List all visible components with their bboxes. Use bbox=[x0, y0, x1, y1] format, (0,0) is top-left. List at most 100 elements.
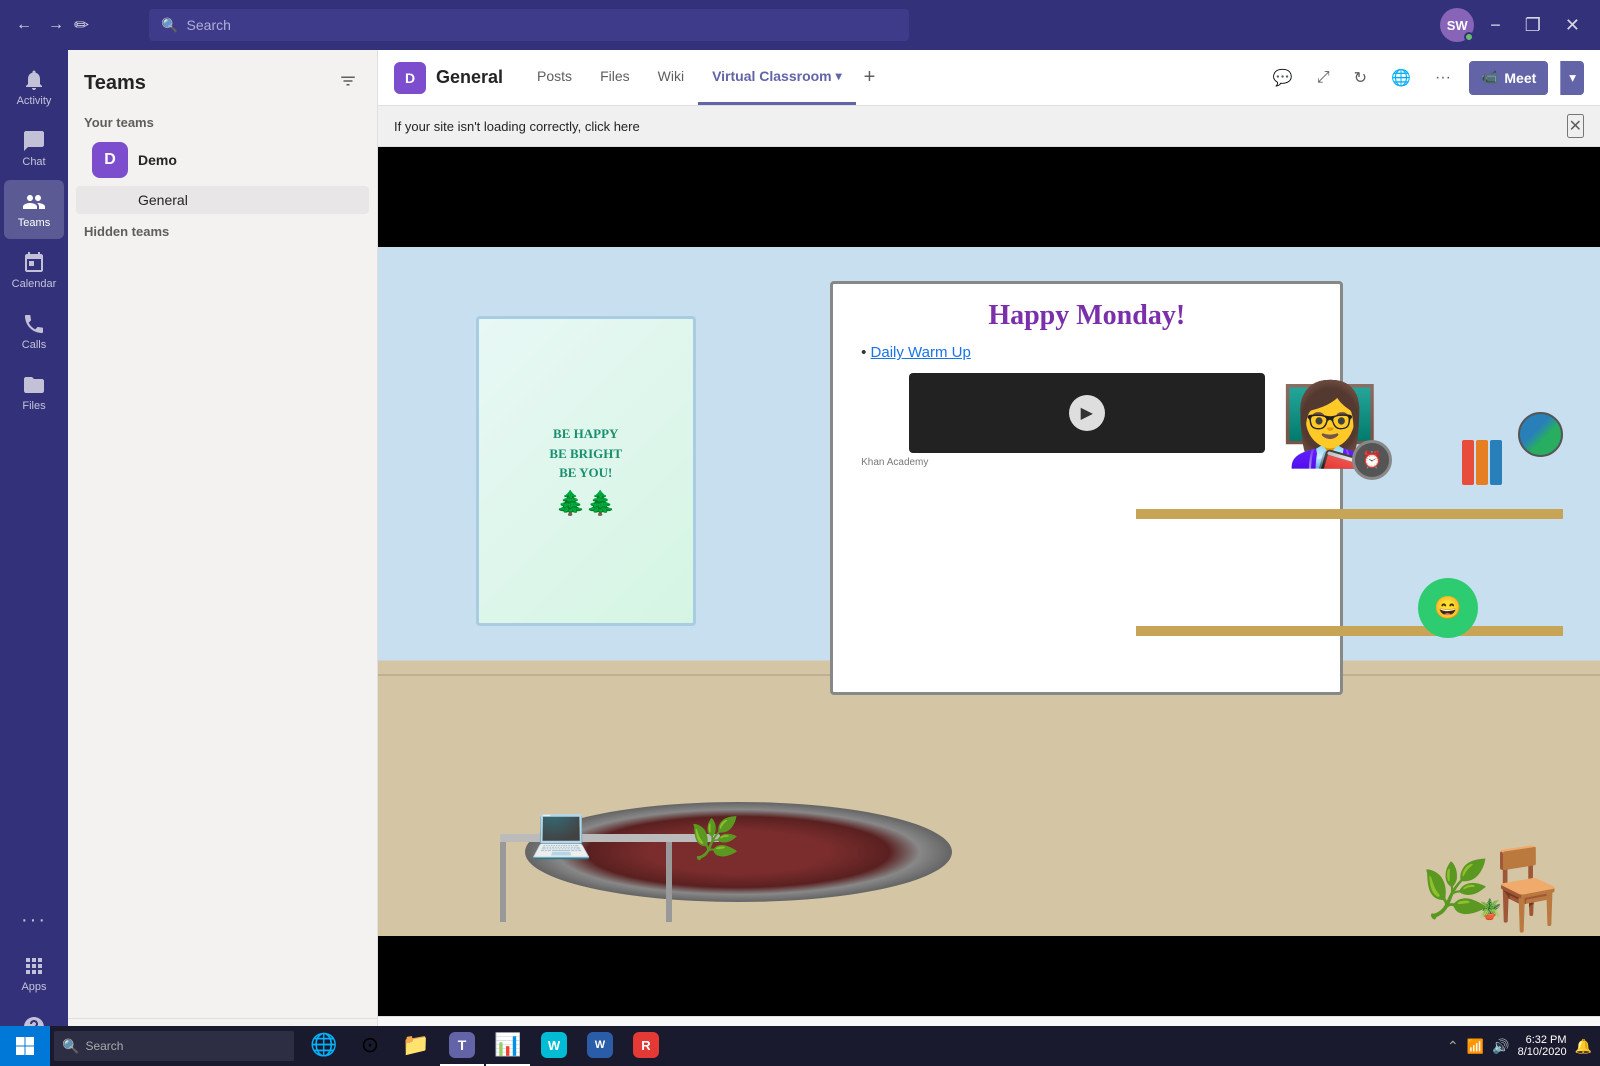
channel-name-header: General bbox=[436, 67, 503, 88]
sidebar-item-chat[interactable]: Chat bbox=[4, 119, 64, 178]
chair-icon: 🪑 bbox=[1476, 842, 1576, 936]
phone-icon bbox=[22, 312, 46, 336]
poster-line2: BE BRIGHT bbox=[549, 444, 622, 464]
taskbar-up-arrow-icon[interactable]: ⌃ bbox=[1447, 1038, 1459, 1055]
taskbar-chrome-button[interactable]: ⊙ bbox=[348, 1026, 392, 1066]
red-app-taskbar-icon: R bbox=[633, 1032, 659, 1058]
poster-line1: BE HAPPY bbox=[549, 424, 622, 444]
forward-button[interactable]: → bbox=[42, 11, 70, 39]
taskbar-teams-button[interactable]: T bbox=[440, 1026, 484, 1066]
tab-files[interactable]: Files bbox=[586, 50, 644, 105]
meet-video-icon: 📹 bbox=[1481, 69, 1498, 86]
taskbar-time-display[interactable]: 6:32 PM 8/10/2020 bbox=[1518, 1034, 1567, 1058]
tab-wiki-label: Wiki bbox=[658, 68, 684, 84]
apps-icon bbox=[22, 954, 46, 978]
leg-right bbox=[666, 842, 672, 922]
laptop-icon: 💻 bbox=[530, 803, 592, 862]
tab-virtual-classroom-label: Virtual Classroom bbox=[712, 68, 832, 84]
taskbar: 🔍 Search 🌐 ⊙ 📁 T 📊 W bbox=[0, 1026, 1600, 1066]
filter-button[interactable] bbox=[335, 68, 361, 99]
team-avatar-demo: D bbox=[92, 142, 128, 178]
close-button[interactable]: ✕ bbox=[1557, 11, 1588, 40]
sidebar-item-apps[interactable]: Apps bbox=[4, 944, 64, 1003]
channel-header: D General Posts Files Wiki Virtual Class… bbox=[378, 50, 1600, 106]
tab-virtual-classroom[interactable]: Virtual Classroom ▾ bbox=[698, 50, 856, 105]
taskbar-notification-icon[interactable]: 🔔 bbox=[1575, 1038, 1592, 1055]
info-banner-close-button[interactable]: ✕ bbox=[1567, 114, 1584, 138]
info-banner-text: If your site isn't loading correctly, cl… bbox=[394, 119, 640, 134]
taskbar-network-icon[interactable]: 📶 bbox=[1467, 1038, 1484, 1055]
meet-label: Meet bbox=[1504, 70, 1536, 86]
clock-decoration: ⏰ bbox=[1352, 440, 1392, 480]
expand-action-button[interactable]: ⤢ bbox=[1311, 63, 1336, 93]
taskbar-search-icon: 🔍 bbox=[62, 1038, 79, 1055]
sidebar-item-calls[interactable]: Calls bbox=[4, 302, 64, 361]
compose-icon[interactable]: ✏ bbox=[74, 15, 89, 36]
sidebar-label-teams: Teams bbox=[18, 217, 50, 229]
hidden-teams-label: Hidden teams bbox=[68, 214, 377, 249]
taskbar-powerpoint-button[interactable]: 📊 bbox=[486, 1026, 530, 1066]
sidebar-item-more[interactable]: ··· bbox=[4, 899, 64, 942]
channel-header-actions: 💬 ⤢ ↻ 🌐 ··· 📹 Meet ▾ bbox=[1267, 61, 1584, 95]
poster-text: BE HAPPY BE BRIGHT BE YOU! bbox=[549, 424, 622, 483]
taskbar-red-app-button[interactable]: R bbox=[624, 1026, 668, 1066]
add-tab-button[interactable]: + bbox=[856, 66, 884, 89]
taskbar-edge-button[interactable]: 🌐 bbox=[302, 1026, 346, 1066]
tab-posts[interactable]: Posts bbox=[523, 50, 586, 105]
meet-button[interactable]: 📹 Meet bbox=[1469, 61, 1548, 95]
start-button[interactable] bbox=[0, 1026, 50, 1066]
search-input[interactable] bbox=[187, 17, 898, 33]
refresh-action-button[interactable]: ↻ bbox=[1348, 62, 1373, 94]
team-name-demo: Demo bbox=[138, 152, 335, 168]
titlebar-right: SW − ❐ ✕ bbox=[1440, 8, 1600, 42]
taskbar-apps: 🌐 ⊙ 📁 T 📊 W W bbox=[302, 1026, 668, 1066]
explorer-icon: 📁 bbox=[402, 1032, 429, 1058]
taskbar-search-placeholder: Search bbox=[85, 1039, 123, 1053]
video-thumbnail[interactable]: ▶ bbox=[909, 373, 1265, 453]
sidebar-item-activity[interactable]: Activity bbox=[4, 58, 64, 117]
sidebar-item-calendar[interactable]: Calendar bbox=[4, 241, 64, 300]
search-bar[interactable]: 🔍 bbox=[149, 9, 909, 41]
main-content: D General Posts Files Wiki Virtual Class… bbox=[378, 50, 1600, 1066]
green-sticker: 😄 bbox=[1418, 578, 1478, 638]
filter-icon bbox=[339, 72, 357, 90]
navigation-buttons: ← → bbox=[10, 11, 70, 39]
sidebar-label-activity: Activity bbox=[17, 95, 52, 107]
team-item-demo[interactable]: D Demo ··· bbox=[76, 134, 369, 186]
minimize-button[interactable]: − bbox=[1482, 11, 1509, 40]
channel-item-general[interactable]: General bbox=[76, 186, 369, 214]
taskbar-search-bar[interactable]: 🔍 Search bbox=[54, 1031, 294, 1061]
poster-line3: BE YOU! bbox=[549, 463, 622, 483]
sidebar-item-teams[interactable]: Teams bbox=[4, 180, 64, 239]
sidebar-item-files[interactable]: Files bbox=[4, 363, 64, 422]
slide-background: ⏰ 😄 Happy Monday! • Daily Warm Up ▶ Khan… bbox=[378, 247, 1600, 936]
tab-posts-label: Posts bbox=[537, 68, 572, 84]
books-decoration bbox=[1462, 440, 1502, 485]
book-1 bbox=[1462, 440, 1474, 485]
app-sidebar: Activity Chat Teams Calendar Calls Files bbox=[0, 50, 68, 1066]
back-button[interactable]: ← bbox=[10, 11, 38, 39]
tab-wiki[interactable]: Wiki bbox=[644, 50, 698, 105]
more-action-button[interactable]: ··· bbox=[1429, 63, 1457, 93]
slide-area: ⏰ 😄 Happy Monday! • Daily Warm Up ▶ Khan… bbox=[378, 247, 1600, 936]
globe-decoration bbox=[1518, 412, 1563, 457]
user-avatar-button[interactable]: SW bbox=[1440, 8, 1474, 42]
sidebar-label-files: Files bbox=[22, 400, 45, 412]
comment-action-button[interactable]: 💬 bbox=[1267, 62, 1299, 94]
play-button[interactable]: ▶ bbox=[1069, 395, 1105, 431]
taskbar-explorer-button[interactable]: 📁 bbox=[394, 1026, 438, 1066]
plant-icon: 🌿 bbox=[1422, 857, 1490, 922]
channel-avatar: D bbox=[394, 62, 426, 94]
meet-dropdown-button[interactable]: ▾ bbox=[1560, 61, 1584, 95]
globe-action-button[interactable]: 🌐 bbox=[1385, 62, 1417, 94]
chrome-icon: ⊙ bbox=[361, 1032, 379, 1058]
search-icon: 🔍 bbox=[161, 17, 178, 34]
bell-icon bbox=[22, 68, 46, 92]
taskbar-word-button[interactable]: W bbox=[578, 1026, 622, 1066]
edge-icon: 🌐 bbox=[310, 1032, 337, 1058]
black-top-bar bbox=[378, 147, 1600, 247]
taskbar-sound-icon[interactable]: 🔊 bbox=[1492, 1038, 1509, 1055]
restore-button[interactable]: ❐ bbox=[1517, 11, 1549, 40]
taskbar-code-button[interactable]: W bbox=[532, 1026, 576, 1066]
daily-warm-up-link[interactable]: Daily Warm Up bbox=[871, 344, 971, 361]
